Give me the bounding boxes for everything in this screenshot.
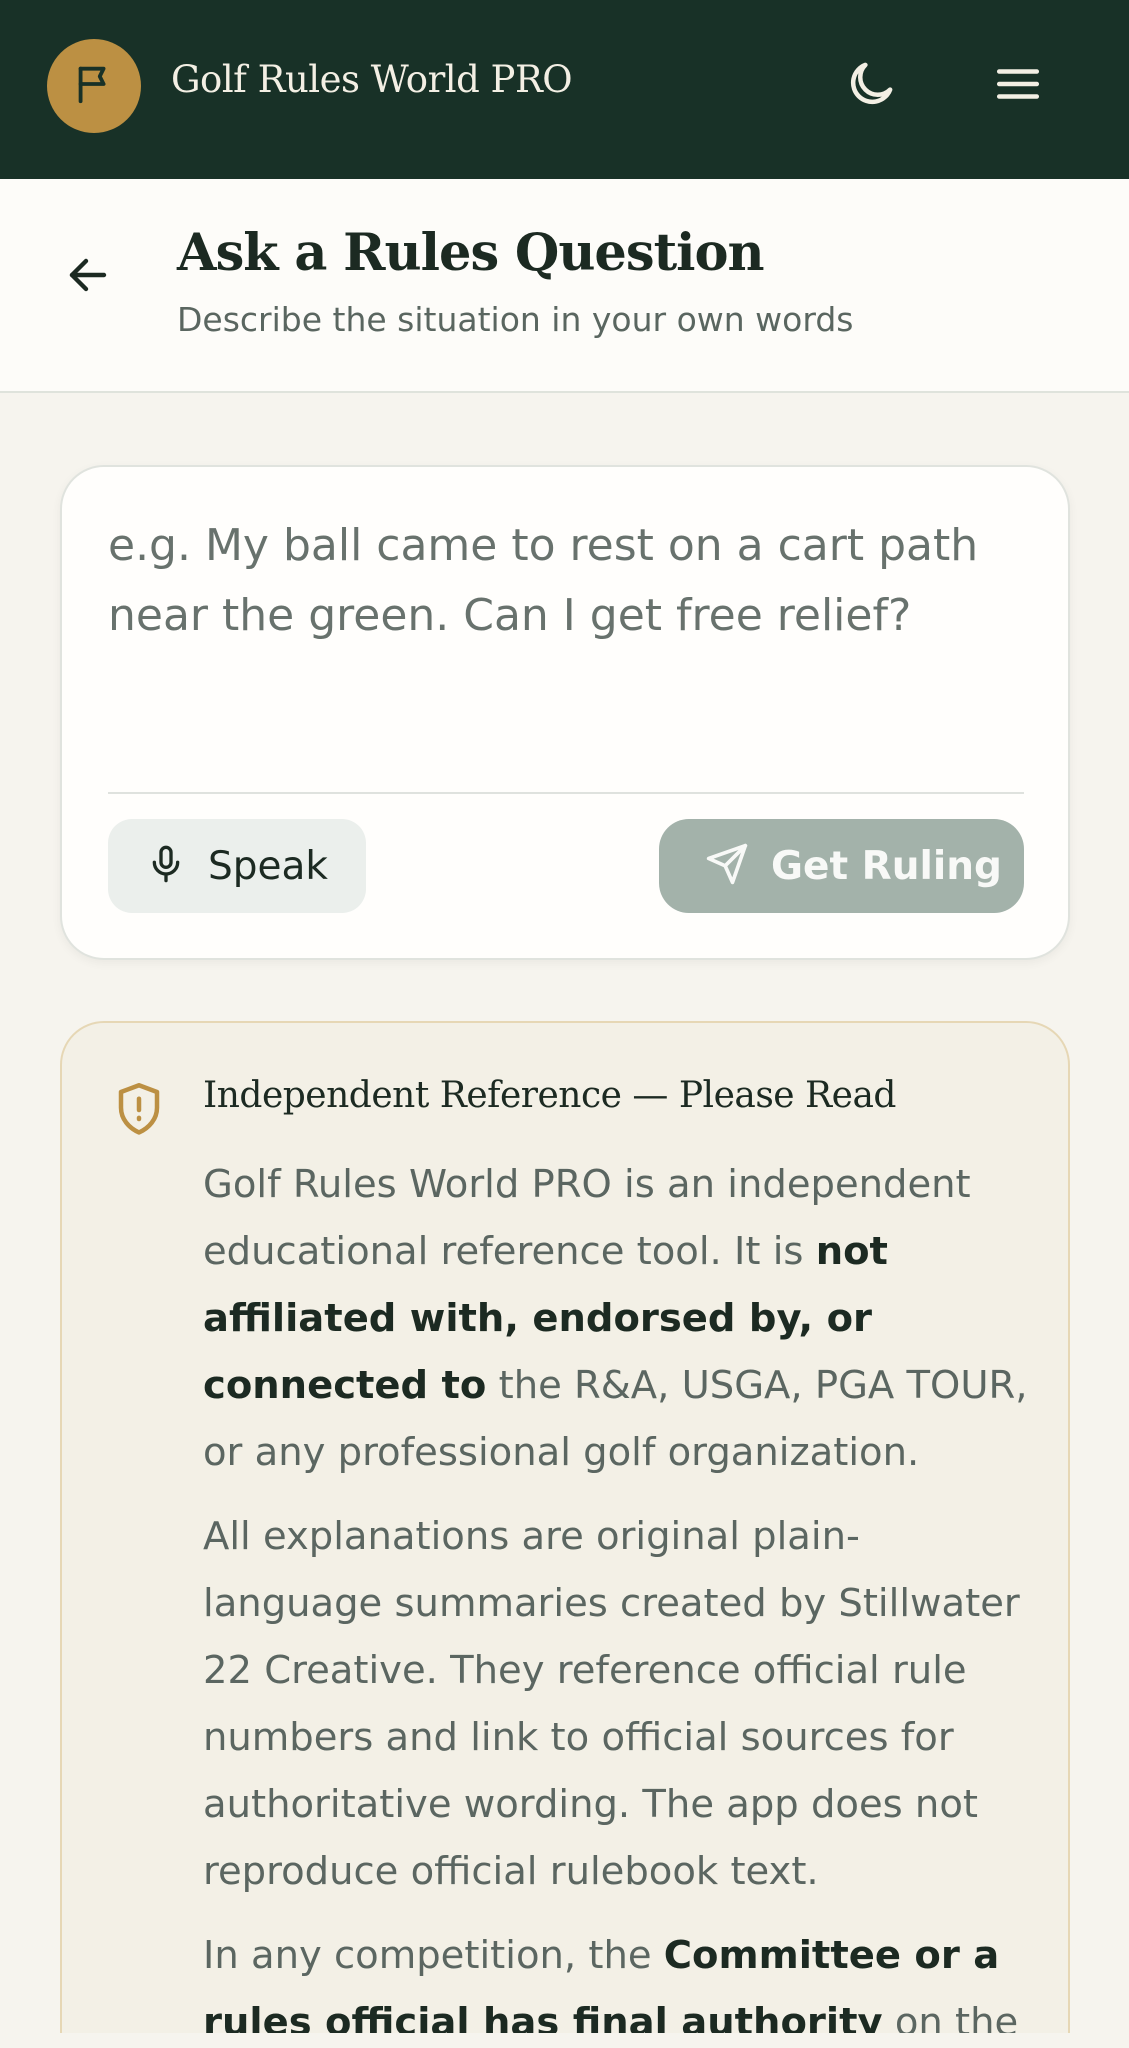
top-app-bar: Golf Rules World PRO xyxy=(0,0,1129,179)
disclaimer-paragraph-2: All explanations are original plain-lang… xyxy=(203,1514,1020,1894)
app-root: Golf Rules World PRO Ask a Rules Questio… xyxy=(0,0,1129,2048)
arrow-left-icon xyxy=(64,251,112,303)
page-title: Ask a Rules Question xyxy=(177,223,765,283)
moon-icon xyxy=(844,57,898,115)
get-ruling-button[interactable]: Get Ruling xyxy=(659,819,1024,913)
disclaimer-body: Golf Rules World PRO is an independent e… xyxy=(203,1151,1033,2048)
disclaimer-paragraph-3: In any competition, the Committee or a r… xyxy=(203,1933,1019,2045)
hamburger-menu-icon xyxy=(993,59,1043,113)
app-title: Golf Rules World PRO xyxy=(171,58,573,101)
flag-icon xyxy=(71,61,117,111)
divider xyxy=(108,792,1024,794)
logo-badge xyxy=(47,39,141,133)
disclaimer-card: Independent Reference — Please Read Golf… xyxy=(60,1021,1070,2048)
page-header: Ask a Rules Question Describe the situat… xyxy=(0,179,1129,393)
question-input[interactable] xyxy=(108,511,1028,751)
disclaimer-paragraph-1: Golf Rules World PRO is an independent e… xyxy=(203,1162,1028,1475)
theme-toggle-button[interactable] xyxy=(829,44,913,128)
page-subtitle: Describe the situation in your own words xyxy=(177,300,854,339)
get-ruling-label: Get Ruling xyxy=(771,843,1002,889)
send-icon xyxy=(705,842,749,890)
disclaimer-title: Independent Reference — Please Read xyxy=(203,1075,896,1116)
speak-button[interactable]: Speak xyxy=(108,819,366,913)
microphone-icon xyxy=(146,844,186,888)
menu-button[interactable] xyxy=(976,44,1060,128)
shield-alert-icon xyxy=(112,1079,166,1145)
question-card: Speak Get Ruling xyxy=(60,465,1070,960)
back-button[interactable] xyxy=(50,239,126,315)
screen-bottom-edge xyxy=(0,2033,1129,2048)
speak-label: Speak xyxy=(208,843,328,889)
